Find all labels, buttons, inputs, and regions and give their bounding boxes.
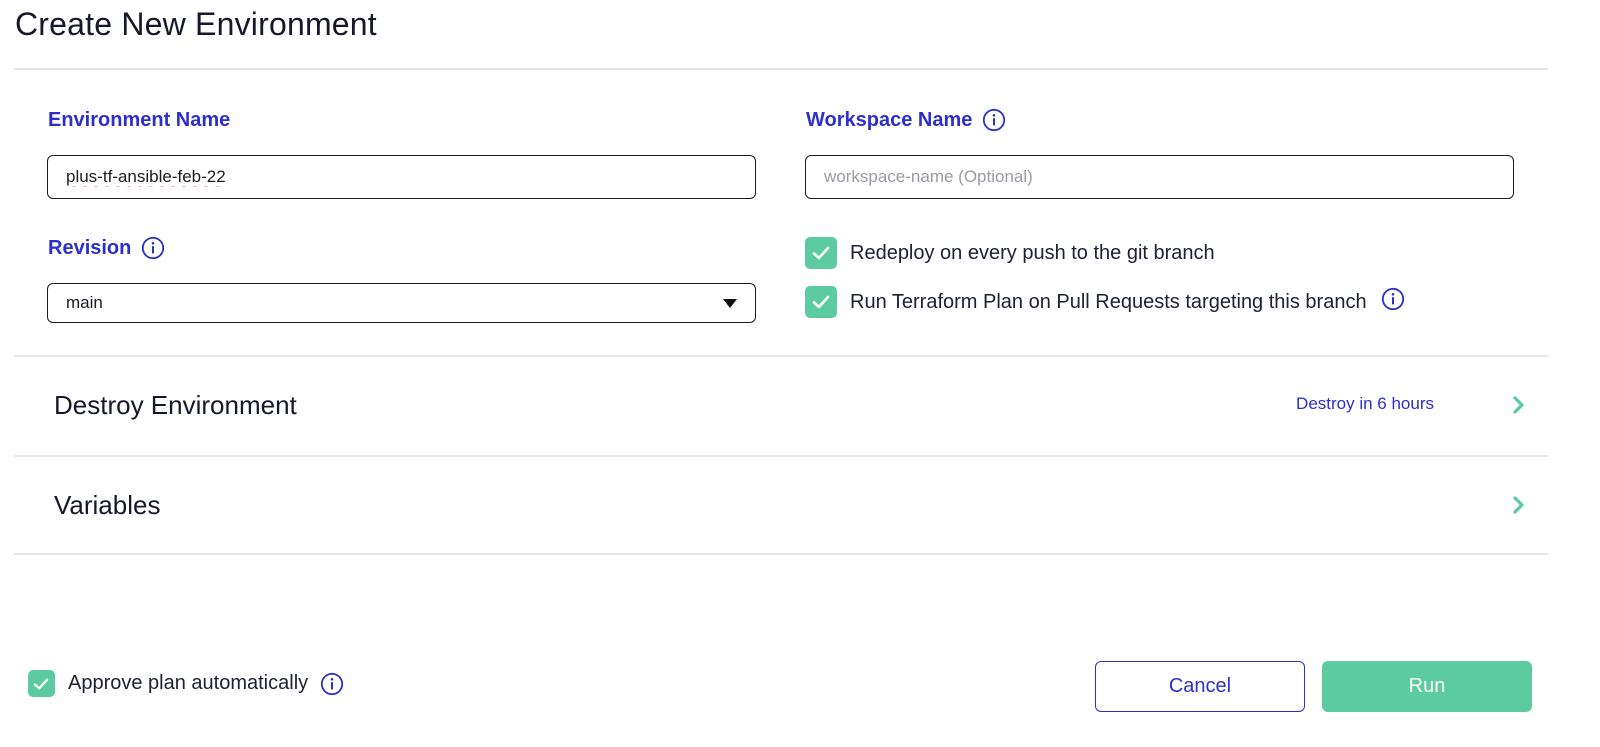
workspace-name-label: Workspace Name	[806, 106, 1006, 134]
environment-name-label: Environment Name	[48, 106, 230, 134]
header-divider	[14, 68, 1548, 70]
destroy-status: Destroy in 6 hours	[1296, 394, 1434, 413]
destroy-environment-section[interactable]: Destroy Environment Destroy in 6 hours	[14, 357, 1548, 455]
revision-select[interactable]: main	[47, 283, 756, 323]
terraform-plan-on-pr-option[interactable]: Run Terraform Plan on Pull Requests targ…	[805, 286, 1405, 318]
workspace-name-input[interactable]	[805, 155, 1514, 199]
revision-selected-value: main	[66, 293, 103, 312]
terraform-plan-checkbox[interactable]	[805, 286, 837, 318]
redeploy-checkbox[interactable]	[805, 237, 837, 269]
approve-plan-option[interactable]: Approve plan automatically	[28, 670, 344, 697]
environment-name-label-text: Environment Name	[48, 109, 231, 131]
variables-section[interactable]: Variables	[14, 457, 1548, 555]
redeploy-on-push-option[interactable]: Redeploy on every push to the git branch	[805, 237, 1215, 269]
info-icon[interactable]	[1381, 287, 1405, 311]
workspace-name-label-text: Workspace Name	[806, 109, 973, 131]
variables-divider	[14, 553, 1548, 555]
revision-label-text: Revision	[48, 237, 132, 259]
run-button[interactable]: Run	[1322, 661, 1532, 712]
chevron-right-icon[interactable]	[1512, 395, 1526, 420]
caret-down-icon	[723, 298, 737, 308]
destroy-environment-title: Destroy Environment	[54, 390, 297, 420]
chevron-right-icon[interactable]	[1512, 495, 1526, 520]
info-icon[interactable]	[982, 108, 1006, 132]
check-icon	[812, 295, 830, 309]
check-icon	[812, 246, 830, 260]
approve-plan-label: Approve plan automatically	[68, 672, 309, 694]
redeploy-label: Redeploy on every push to the git branch	[850, 241, 1215, 264]
check-icon	[33, 678, 49, 690]
environment-name-input[interactable]	[47, 155, 756, 199]
page-title: Create New Environment	[15, 6, 377, 42]
info-icon[interactable]	[141, 236, 165, 260]
info-icon[interactable]	[320, 672, 344, 696]
revision-label: Revision	[48, 234, 165, 262]
cancel-button[interactable]: Cancel	[1095, 661, 1305, 712]
terraform-plan-label: Run Terraform Plan on Pull Requests targ…	[850, 290, 1367, 313]
variables-title: Variables	[54, 490, 161, 520]
approve-plan-checkbox[interactable]	[28, 670, 55, 697]
